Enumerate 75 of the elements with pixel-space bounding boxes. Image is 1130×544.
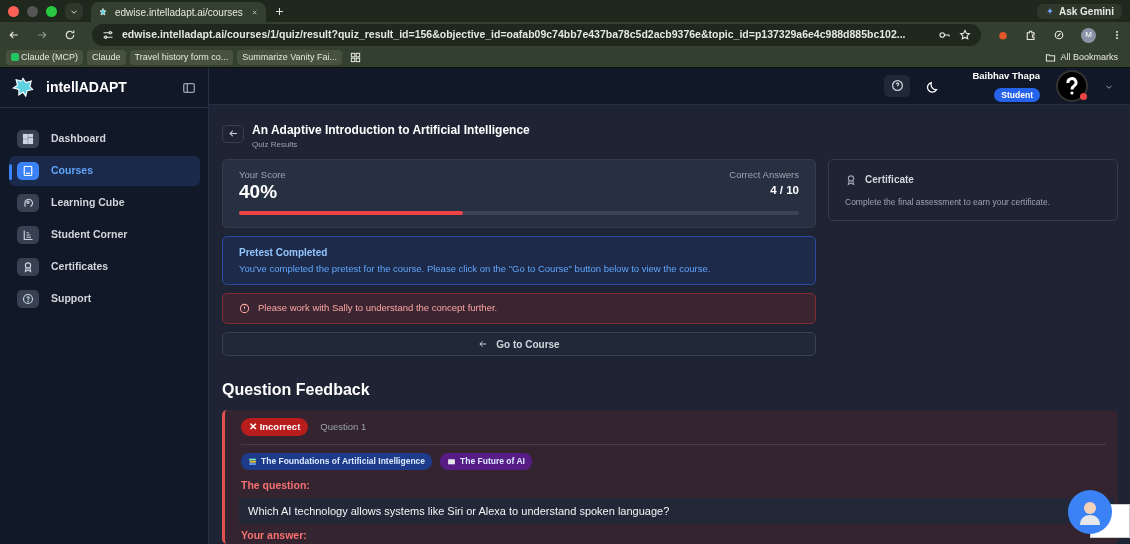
bookmark[interactable]: Claude (MCP) (6, 49, 83, 66)
nav-item[interactable]: Student Corner (9, 220, 200, 250)
score-label: Your Score (239, 167, 286, 182)
back-icon (227, 128, 239, 140)
password-key-icon (938, 29, 951, 41)
apps-icon (350, 52, 362, 63)
browser-tab[interactable]: edwise.intelladapt.ai/courses (91, 2, 266, 22)
topic-tag: The Future of AI (440, 453, 532, 470)
nav-item[interactable]: Courses (9, 156, 200, 186)
bookmark[interactable]: Claude (87, 49, 126, 66)
address-bar[interactable]: edwise.intelladapt.ai/courses/1/quiz/result?quiz_result_id=156&objective_id=oafab09c74bb7e437ba78c5d2acb9376e&topic_id=p137329a6e4c988d885bc102... (92, 24, 981, 46)
logo-icon (12, 76, 34, 99)
user-name: Baibhav Thapa (972, 69, 1040, 84)
status-dot (1080, 92, 1087, 100)
help-icon (22, 293, 34, 305)
tab-title: edwise.intelladapt.ai/courses (114, 5, 243, 20)
certificate-text: Complete the final assessment to earn your certificate. (845, 195, 1052, 209)
question-text: Which AI technology allows systems like Siri or Alexa to understand spoken language? (239, 497, 1114, 525)
forward-icon (36, 29, 48, 41)
section-heading: Question Feedback (222, 380, 371, 400)
award-icon (845, 174, 857, 187)
nav-item[interactable]: Support (9, 284, 200, 314)
sidebar-toggle-icon (182, 81, 196, 96)
nav-item[interactable]: Dashboard (9, 124, 200, 154)
plus-icon (274, 5, 285, 17)
user-avatar[interactable] (1056, 69, 1088, 102)
correct-answers-value: 4 / 10 (770, 182, 799, 198)
topic-tag: The Foundations of Artificial Intelligence (241, 453, 433, 470)
warning-message: Please work with Sally to understand the concept further. (258, 301, 498, 316)
books-icon (248, 457, 257, 467)
alert-title: Pretest Completed (239, 245, 329, 260)
site-logo-icon (99, 7, 107, 17)
award-icon (22, 261, 34, 273)
certificate-title: Certificate (865, 173, 914, 188)
question-label: The question: (241, 478, 311, 493)
bookmark[interactable]: Travel history form co... (129, 49, 234, 66)
url-text: edwise.intelladapt.ai/courses/1/quiz/result?quiz_result_id=156&objective_id=oafab09c74bb7e437ba78c5d2acb9376e&topic_id=p137329a6e4c988d885bc102... (122, 27, 907, 43)
chart-icon (22, 229, 34, 241)
all-bookmarks-link[interactable]: All Bookmarks (1060, 50, 1118, 65)
question-mark-icon (1065, 76, 1079, 95)
go-to-course-button[interactable]: Go to Course (222, 332, 816, 356)
back-icon (8, 29, 20, 41)
maximize-window-button[interactable] (46, 5, 57, 17)
arrow-left-icon (478, 339, 489, 349)
reload-icon (64, 29, 76, 41)
ask-gemini-button[interactable]: Ask Gemini (1036, 3, 1122, 19)
brand-name: intellADAPT (46, 78, 127, 97)
role-badge: Student (994, 87, 1040, 103)
puzzle-icon (1025, 29, 1037, 41)
tab-list-button[interactable] (65, 2, 83, 20)
selection-indicator (9, 164, 12, 180)
alert-circle-icon (239, 303, 250, 314)
answer-label: Your answer: (241, 528, 308, 544)
folder-icon (1045, 52, 1057, 63)
incorrect-badge: ✕ Incorrect (241, 418, 309, 437)
help-button[interactable] (884, 74, 911, 97)
star-icon (959, 29, 971, 41)
book-icon (22, 165, 34, 177)
close-icon (250, 7, 258, 17)
help-icon (890, 79, 904, 93)
bookmark[interactable]: Summarize Vanity Fai... (237, 49, 343, 66)
course-title: An Adaptive Introduction to Artificial Intelligence (252, 121, 530, 139)
alert-message: You've completed the pretest for the course. Please click on the "Go to Course" button below to view the course. (239, 261, 712, 276)
nav-item[interactable]: Certificates (9, 252, 200, 282)
close-window-button[interactable] (8, 5, 19, 17)
score-value: 40% (239, 181, 279, 203)
page-subtitle: Quiz Results (252, 138, 299, 151)
correct-answers-label: Correct Answers (729, 167, 799, 182)
book-icon (447, 457, 457, 467)
back-button[interactable] (222, 124, 244, 143)
grid-icon (22, 133, 34, 145)
question-number: Question 1 (320, 420, 367, 434)
nav-item[interactable]: Learning Cube (9, 188, 200, 218)
extension-icon (997, 29, 1009, 41)
site-settings-icon (102, 29, 114, 41)
